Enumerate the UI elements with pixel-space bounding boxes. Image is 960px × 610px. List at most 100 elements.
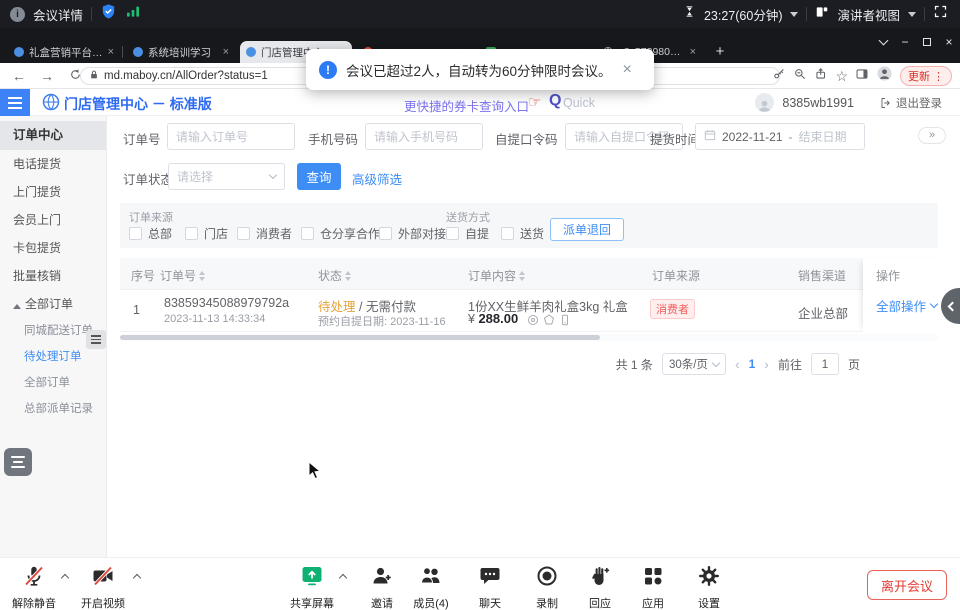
tab-title: 系统培训学习 [148,45,218,60]
sidebar-item-member-visit[interactable]: 会员上门 [0,206,106,234]
key-icon[interactable] [772,67,786,86]
user-avatar[interactable] [755,93,774,112]
sidebar-subitem-all-orders[interactable]: 全部订单 [0,370,106,396]
phone-input[interactable] [365,123,483,150]
tab-close-icon[interactable]: × [108,46,114,58]
checkbox-delivery-self-pickup[interactable]: 自提 [446,225,489,242]
checkbox-source-consumer[interactable]: 消费者 [237,225,292,242]
username[interactable]: 8385wb1991 [782,96,854,110]
current-page[interactable]: 1 [749,357,756,371]
date-range-picker[interactable]: 2022-11-21 - 结束日期 [695,123,865,150]
screen: i 会议详情 23:27(60分钟) 演讲者视图 [0,0,960,610]
sidebar-subitem-hq-dispatch-log[interactable]: 总部派单记录 [0,396,106,422]
sort-icon[interactable] [199,271,205,281]
settings-button[interactable]: 设置 [671,564,747,610]
logout-label: 退出登录 [896,95,942,111]
sidebar-item-all-orders-parent[interactable]: 全部订单 [0,290,106,318]
banner-close-icon[interactable]: × [623,61,632,79]
advanced-filter-link[interactable]: 高级筛选 [352,169,402,188]
app-title: 门店管理中心 － 标准版 [64,94,212,114]
checkbox-icon[interactable] [237,227,250,240]
row-index: 1 [133,303,140,317]
pickup-time-label: 提货时间 [650,129,700,148]
sidebar-toggle-button[interactable] [0,89,30,116]
scrollbar-thumb[interactable] [120,335,600,340]
browser-tab-1[interactable]: 礼盒营销平台管理中心 × [8,41,120,63]
sidebar-item-phone-pickup[interactable]: 电话提货 [0,150,106,178]
urlbar-actions: ☆ 更新 ⋮ [772,63,952,89]
view-mode-label[interactable]: 演讲者视图 [837,5,900,24]
checkbox-icon[interactable] [446,227,459,240]
profile-avatar-icon[interactable] [876,65,893,87]
window-minimize-button[interactable]: − [894,32,916,52]
fullscreen-icon[interactable] [933,4,948,24]
network-signal-icon[interactable] [125,4,141,25]
app-header: 门店管理中心 － 标准版 更快捷的券卡查询入口 ☞ Q Quick 8385wb… [0,89,960,116]
sidebar-item-door-pickup[interactable]: 上门提货 [0,178,106,206]
camera-off-icon [91,564,115,588]
bookmark-star-icon[interactable]: ☆ [835,68,848,85]
col-status[interactable]: 状态 [318,267,351,284]
col-order-no[interactable]: 订单号 [160,267,205,284]
new-tab-button[interactable]: + [710,41,730,61]
checkbox-source-store[interactable]: 门店 [185,225,228,242]
divider [924,7,925,21]
collapse-filters-button[interactable]: » [918,127,946,144]
forward-icon[interactable]: → [38,68,56,84]
chrome-update-button[interactable]: 更新 ⋮ [900,66,952,86]
tab-close-icon[interactable]: × [223,46,229,58]
security-shield-icon[interactable] [100,3,117,25]
sidebar-drag-handle[interactable] [86,330,106,349]
search-button[interactable]: 查询 [297,163,341,190]
next-page-icon[interactable]: › [764,356,769,372]
dispatch-return-button[interactable]: 派单退回 [550,218,624,241]
order-status-select[interactable]: 请选择 [168,163,285,190]
start-video-button[interactable]: 开启视频 [65,564,141,610]
sort-icon[interactable] [519,271,525,281]
unmute-button[interactable]: 解除静音 [0,564,72,610]
quick-logo-text[interactable]: Quick [563,96,595,110]
share-icon[interactable] [814,67,828,86]
meeting-info-icon[interactable]: i [10,7,25,22]
checkbox-delivery-deliver[interactable]: 送货 [501,225,544,242]
meeting-annotation-tool-button[interactable] [4,448,32,476]
sort-icon[interactable] [345,271,351,281]
window-maximize-button[interactable] [916,32,938,52]
horizontal-scrollbar[interactable] [120,334,938,341]
page-size-select[interactable]: 30条/页 [662,353,726,375]
tab-close-icon[interactable]: × [690,46,696,58]
timer-caret-icon[interactable] [790,12,798,21]
overflow-menu-icon[interactable]: ⋮ [933,70,944,83]
window-menu-chevron-icon[interactable] [872,32,894,52]
checkbox-icon[interactable] [129,227,142,240]
col-content[interactable]: 订单内容 [468,267,525,284]
share-screen-button[interactable]: 共享屏幕 [274,564,350,610]
row-all-actions-link[interactable]: 全部操作 [876,296,937,315]
leave-meeting-button[interactable]: 离开会议 [867,570,947,600]
window-close-button[interactable]: × [938,32,960,52]
checkbox-icon[interactable] [501,227,514,240]
side-panel-icon[interactable] [855,67,869,86]
checkbox-icon[interactable] [185,227,198,240]
promo-link[interactable]: 更快捷的券卡查询入口 [404,96,529,115]
quick-logo-q[interactable]: Q [549,92,561,110]
checkbox-icon[interactable] [379,227,392,240]
meeting-details-label[interactable]: 会议详情 [33,5,83,24]
checkbox-icon[interactable] [301,227,314,240]
view-caret-icon[interactable] [908,12,916,21]
back-icon[interactable]: ← [10,68,28,84]
sidebar-item-batch-verify[interactable]: 批量核销 [0,262,106,290]
order-no-input[interactable] [167,123,295,150]
col-source: 订单来源 [652,267,700,284]
checkbox-source-external[interactable]: 外部对接 [379,225,446,242]
checkbox-source-hq[interactable]: 总部 [129,225,172,242]
sidebar-item-card-pickup[interactable]: 卡包提货 [0,234,106,262]
prev-page-icon[interactable]: ‹ [735,356,740,372]
logout-button[interactable]: 退出登录 [880,95,942,111]
browser-tab-2[interactable]: 系统培训学习 × [127,41,235,63]
zoom-icon[interactable] [793,67,807,86]
sidebar-section-order-center[interactable]: 订单中心 [0,121,106,150]
checkbox-source-warehouse-share[interactable]: 仓分享合作 [301,225,380,242]
goto-page-input[interactable] [811,353,839,375]
delivery-method-label: 送货方式 [446,209,490,225]
